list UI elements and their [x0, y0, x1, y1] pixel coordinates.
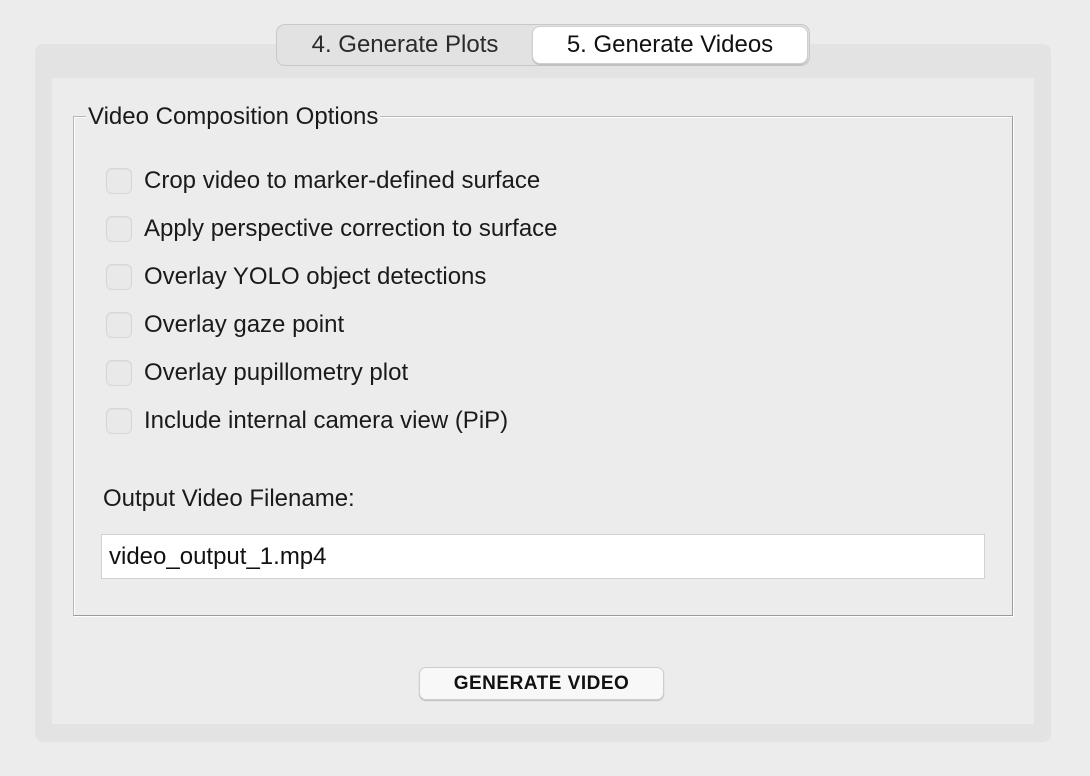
- generate-video-button[interactable]: GENERATE VIDEO: [419, 667, 664, 700]
- tab-generate-videos[interactable]: 5. Generate Videos: [532, 26, 808, 64]
- tab-bar: 4. Generate Plots 5. Generate Videos: [276, 24, 810, 66]
- option-pupillometry-plot[interactable]: Overlay pupillometry plot: [106, 358, 408, 388]
- option-yolo-detections[interactable]: Overlay YOLO object detections: [106, 262, 486, 292]
- tab-generate-videos-label: 5. Generate Videos: [566, 31, 774, 58]
- option-perspective-correction[interactable]: Apply perspective correction to surface: [106, 214, 558, 244]
- tab-generate-plots-label: 4. Generate Plots: [311, 31, 499, 58]
- generate-video-button-label: GENERATE VIDEO: [453, 672, 630, 694]
- output-filename-input[interactable]: [101, 534, 985, 579]
- perspective-correction-checkbox[interactable]: [106, 216, 132, 242]
- tab-generate-plots[interactable]: 4. Generate Plots: [278, 26, 532, 64]
- gaze-point-checkbox[interactable]: [106, 312, 132, 338]
- group-title: Video Composition Options: [86, 102, 381, 132]
- perspective-correction-label: Apply perspective correction to surface: [144, 215, 558, 242]
- option-crop-video[interactable]: Crop video to marker-defined surface: [106, 166, 540, 196]
- pupillometry-plot-checkbox[interactable]: [106, 360, 132, 386]
- option-internal-camera-pip[interactable]: Include internal camera view (PiP): [106, 406, 508, 436]
- crop-video-label: Crop video to marker-defined surface: [144, 167, 541, 194]
- crop-video-checkbox[interactable]: [106, 168, 132, 194]
- output-filename-label: Output Video Filename:: [103, 485, 355, 512]
- yolo-detections-label: Overlay YOLO object detections: [144, 263, 487, 290]
- pupillometry-plot-label: Overlay pupillometry plot: [144, 359, 409, 386]
- internal-camera-pip-label: Include internal camera view (PiP): [144, 407, 509, 434]
- internal-camera-pip-checkbox[interactable]: [106, 408, 132, 434]
- yolo-detections-checkbox[interactable]: [106, 264, 132, 290]
- gaze-point-label: Overlay gaze point: [144, 311, 345, 338]
- option-gaze-point[interactable]: Overlay gaze point: [106, 310, 344, 340]
